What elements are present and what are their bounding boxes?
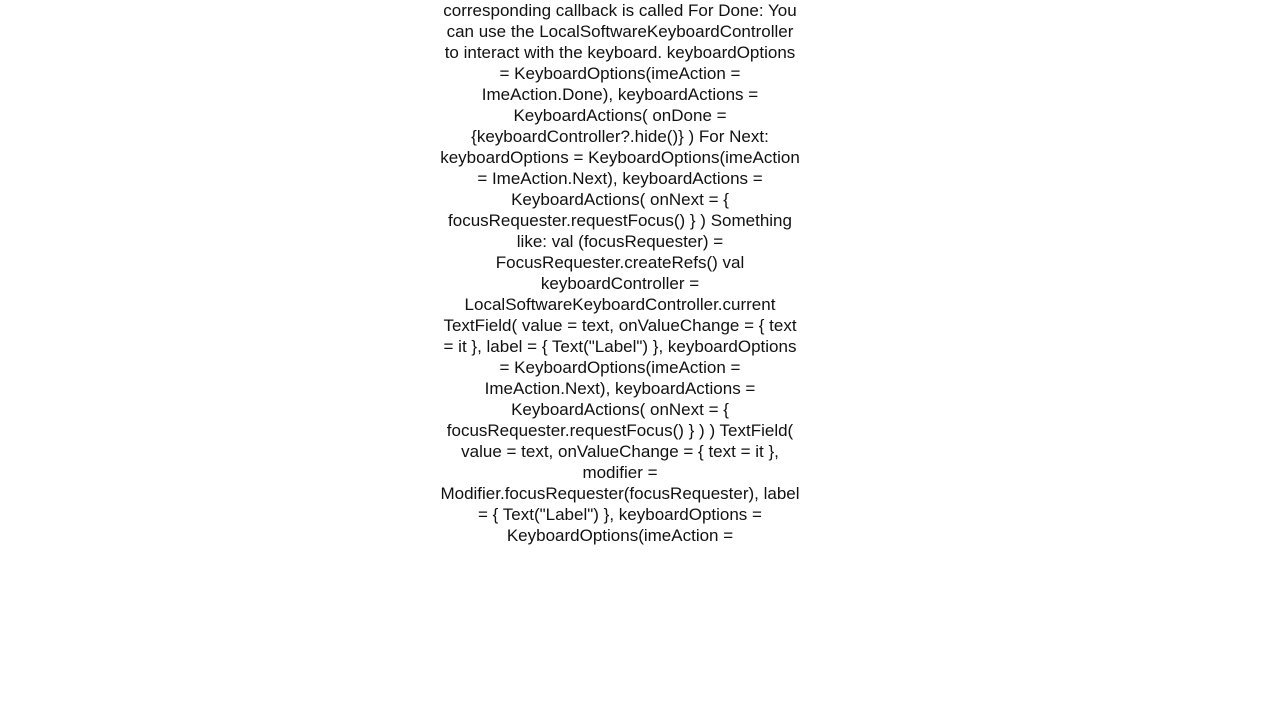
body-text: corresponding callback is called For Don…	[440, 0, 800, 546]
page-canvas: corresponding callback is called For Don…	[0, 0, 1280, 720]
